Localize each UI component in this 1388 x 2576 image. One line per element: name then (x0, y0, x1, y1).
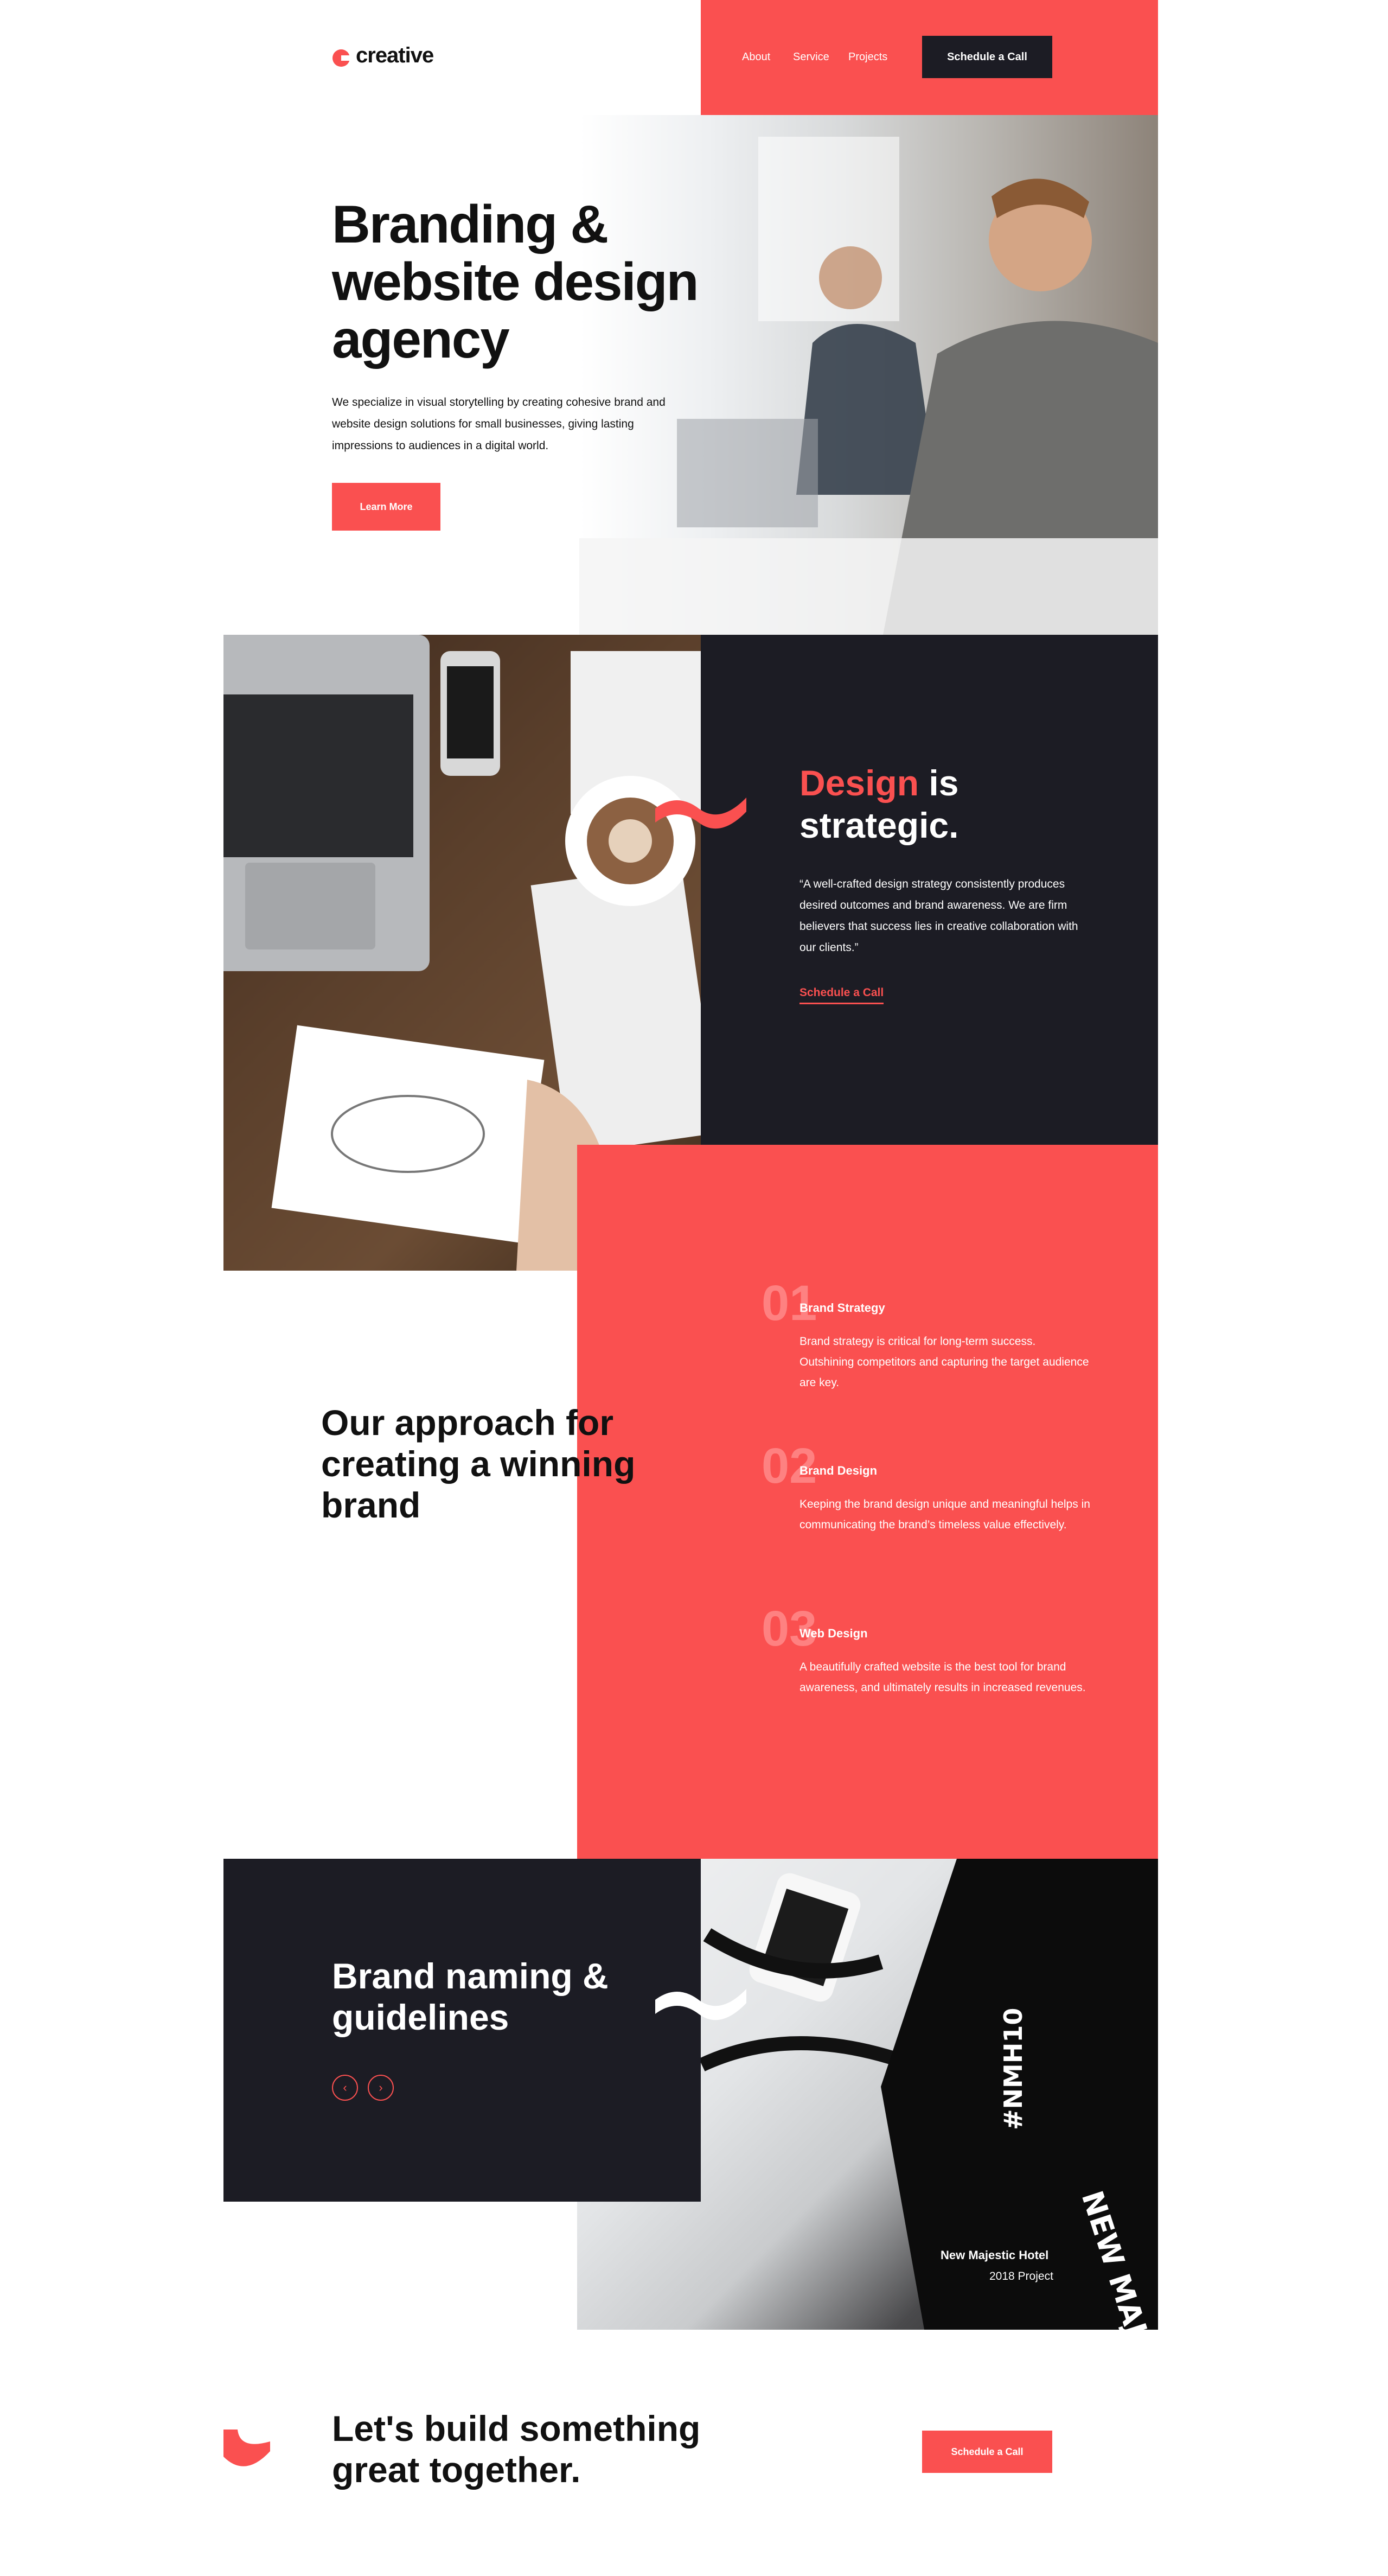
swoosh-icon (655, 1989, 746, 2020)
project-name: New Majestic Hotel (941, 2248, 1049, 2262)
step-description: Brand strategy is critical for long-term… (799, 1335, 1089, 1389)
step-title: Brand Design (799, 1464, 878, 1477)
schedule-call-link[interactable]: Schedule a Call (799, 986, 884, 1004)
footer-title: Let's build something great together. (332, 2408, 701, 2490)
step-title: Web Design (799, 1627, 868, 1640)
office-photo-icon (579, 137, 1158, 635)
step-title: Brand Strategy (799, 1301, 885, 1315)
naming-title: Brand naming & guidelines (332, 1956, 609, 2037)
strategic-title-rest: is (919, 763, 959, 803)
carousel-next-button[interactable]: › (368, 2075, 394, 2101)
footer-schedule-call-button[interactable]: Schedule a Call (922, 2431, 1052, 2473)
learn-more-button[interactable]: Learn More (332, 483, 440, 531)
step-description: A beautifully crafted website is the bes… (799, 1661, 1086, 1694)
nav-item-projects[interactable]: Projects (848, 51, 887, 63)
carousel-prev-button[interactable]: ‹ (332, 2075, 358, 2101)
step-description: Keeping the brand design unique and mean… (799, 1498, 1090, 1531)
hero-title: Branding & website design agency (332, 194, 699, 369)
strategic-title-line2: strategic. (799, 805, 959, 845)
logo-text[interactable]: creative (356, 43, 434, 68)
swoosh-icon (223, 2430, 270, 2466)
hero-description: We specialize in visual storytelling by … (332, 396, 666, 452)
strategic-quote: “A well-crafted design strategy consiste… (799, 878, 1078, 954)
nav-item-service[interactable]: Service (793, 51, 829, 63)
strategic-title-accent: Design (799, 763, 919, 803)
swoosh-icon (655, 798, 746, 829)
schedule-call-button[interactable]: Schedule a Call (922, 36, 1052, 78)
nav-item-about[interactable]: About (742, 51, 770, 63)
logo-icon[interactable] (332, 49, 350, 67)
project-year: 2018 Project (989, 2270, 1053, 2282)
chevron-right-icon: › (379, 2081, 383, 2094)
approach-title: Our approach for creating a winning bran… (321, 1402, 636, 1525)
strategic-title: Design is strategic. (799, 762, 1125, 846)
chevron-left-icon: ‹ (343, 2081, 347, 2094)
bag-hashtag-text: #NMH10 (999, 2008, 1028, 2130)
hero-office-photo (579, 115, 1158, 635)
